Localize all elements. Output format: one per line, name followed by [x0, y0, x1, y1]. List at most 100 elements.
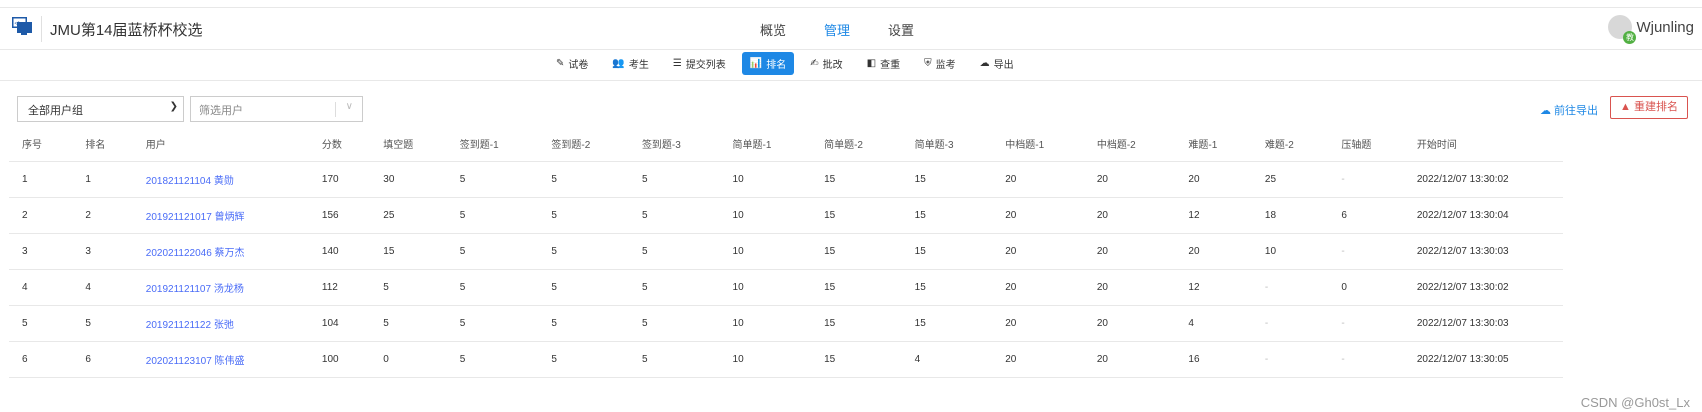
- table-row: 4 4 201921121107 汤龙杨 112 5 5 5 5 10 15 15 20 20 12-0 2…: [9, 269, 1563, 306]
- sub-nav: ✎ 试卷 👥 考生 ☰ 提交列表 📊 排名 ✍ 批改 ◧ 查重 ⛨ 监考 ☁ 导出: [0, 51, 1702, 81]
- table-cell: -: [1328, 161, 1404, 198]
- subnav-tab-6[interactable]: ⛨ 监考: [916, 52, 964, 75]
- table-cell: 5: [370, 269, 447, 306]
- subnav-icon: ☰: [672, 58, 682, 69]
- table-cell: 20: [992, 233, 1084, 270]
- code-monitor-logo-icon: </>: [12, 17, 32, 35]
- column-header[interactable]: 签到题-1: [446, 126, 539, 162]
- table-cell: 5: [538, 341, 629, 378]
- table-cell: 5: [9, 305, 73, 342]
- nav-overview[interactable]: 概览: [760, 20, 786, 39]
- user-link[interactable]: 202021123107 陈伟盛: [132, 341, 309, 378]
- subnav-tab-1[interactable]: 👥 考生: [604, 52, 656, 75]
- avatar[interactable]: 教: [1608, 15, 1637, 44]
- nav-manage[interactable]: 管理: [824, 20, 850, 39]
- user-name[interactable]: Wjunling: [1636, 19, 1694, 36]
- table-cell: 20: [992, 161, 1084, 198]
- table-cell: 1: [72, 161, 133, 198]
- table-cell: 15: [811, 305, 902, 342]
- rebuild-ranking-button[interactable]: ▲ 重建排名: [1610, 96, 1688, 119]
- column-header[interactable]: 填空题: [370, 126, 447, 162]
- table-cell: 2022/12/07 13:30:02: [1403, 161, 1563, 198]
- chevron-down-icon: ∨: [345, 101, 353, 112]
- table-cell: 4: [72, 269, 133, 306]
- table-cell: 5: [628, 233, 720, 270]
- table-row: 6 6 202021123107 陈伟盛 100 0 5 5 5 10 15 4 20 20 16- -20…: [9, 341, 1563, 378]
- subnav-label: 批改: [822, 60, 843, 71]
- table-cell: 10: [719, 269, 812, 306]
- subnav-tab-0[interactable]: ✎ 试卷: [548, 52, 596, 75]
- column-header[interactable]: 压轴题: [1328, 126, 1404, 162]
- table-cell: 156: [308, 197, 371, 234]
- subnav-tab-5[interactable]: ◧ 查重: [859, 52, 908, 75]
- table-cell: 5: [628, 197, 720, 234]
- cloud-download-icon: ☁: [1539, 105, 1551, 117]
- table-cell: 12: [1175, 197, 1252, 234]
- user-link[interactable]: 202021122046 蔡万杰: [132, 233, 309, 270]
- user-link[interactable]: 201921121017 曾炳辉: [132, 197, 309, 234]
- user-menu[interactable]: 教 Wjunling: [1608, 15, 1694, 44]
- column-header[interactable]: 中档题-2: [1083, 126, 1176, 162]
- subnav-tab-7[interactable]: ☁ 导出: [972, 52, 1022, 75]
- nav-settings[interactable]: 设置: [888, 20, 914, 39]
- subnav-label: 监考: [935, 60, 956, 71]
- table-cell: 20: [1175, 161, 1252, 198]
- table-cell: 4: [9, 269, 73, 306]
- column-header[interactable]: 分数: [308, 126, 371, 162]
- table-header-row: 序号 排名 用户 分数 填空题 签到题-1 签到题-2 签到题-3 简单题-1 简单题-2 简单题-…: [9, 126, 1563, 162]
- table-cell: -: [1251, 269, 1329, 306]
- subnav-tab-4[interactable]: ✍ 批改: [802, 52, 850, 75]
- watermark: CSDN @Gh0st_Lx: [1580, 395, 1690, 410]
- user-link[interactable]: 201921121122 张弛: [132, 305, 309, 342]
- table-row: 1 1 201821121104 黄勋 170 30 5 5 5 10 15 15 20 20 20 25-…: [9, 161, 1563, 198]
- column-header[interactable]: 简单题-1: [719, 126, 812, 162]
- table-cell: -: [1251, 341, 1329, 378]
- chevron-down-icon: ❯: [169, 101, 178, 112]
- table-cell: 20: [1083, 341, 1176, 378]
- table-cell: 18: [1251, 197, 1329, 234]
- table-cell: 20: [992, 197, 1084, 234]
- column-header[interactable]: 简单题-3: [901, 126, 993, 162]
- header-separator: [41, 16, 42, 42]
- subnav-icon: ☁: [979, 58, 990, 69]
- table-cell: 15: [901, 305, 993, 342]
- column-header[interactable]: 用户: [132, 126, 309, 162]
- user-link[interactable]: 201821121104 黄勋: [132, 161, 309, 198]
- table-cell: 2022/12/07 13:30:05: [1403, 341, 1563, 378]
- subnav-label: 导出: [993, 60, 1014, 71]
- subnav-tab-2[interactable]: ☰ 提交列表: [665, 52, 734, 75]
- column-header[interactable]: 简单题-2: [811, 126, 902, 162]
- main-nav: 概览 管理 设置: [760, 20, 914, 39]
- table-cell: -: [1251, 305, 1329, 342]
- column-header[interactable]: 排名: [72, 126, 133, 162]
- user-link[interactable]: 201921121107 汤龙杨: [132, 269, 309, 306]
- table-cell: 104: [308, 305, 371, 342]
- table-cell: 15: [811, 341, 902, 378]
- table-cell: 2022/12/07 13:30:02: [1403, 269, 1563, 306]
- user-group-select[interactable]: 全部用户组 ❯: [17, 96, 184, 122]
- table-cell: 10: [719, 233, 812, 270]
- table-cell: 20: [1083, 305, 1176, 342]
- table-row: 3 3 202021122046 蔡万杰 140 15 5 5 5 10 15 15 20 20 20 10…: [9, 233, 1563, 270]
- column-header[interactable]: 开始时间: [1403, 126, 1563, 162]
- export-link[interactable]: ☁ 前往导出: [1540, 102, 1598, 118]
- column-header[interactable]: 签到题-3: [628, 126, 720, 162]
- table-cell: 15: [901, 233, 993, 270]
- table-cell: 112: [308, 269, 371, 306]
- subnav-icon: 📊: [749, 58, 763, 69]
- rebuild-label: 重建排名: [1633, 101, 1678, 113]
- table-cell: 140: [308, 233, 371, 270]
- column-header[interactable]: 难题-2: [1251, 126, 1329, 162]
- table-cell: 6: [1328, 197, 1404, 234]
- subnav-tab-3[interactable]: 📊 排名: [741, 52, 795, 75]
- divider: [335, 102, 336, 117]
- app-header: </> JMU第14届蓝桥杯校选 概览 管理 设置 教 Wjunling: [0, 8, 1702, 50]
- table-cell: 20: [1175, 233, 1252, 270]
- column-header[interactable]: 难题-1: [1175, 126, 1252, 162]
- column-header[interactable]: 中档题-1: [992, 126, 1084, 162]
- filter-user-input[interactable]: 筛选用户 ∨: [190, 96, 363, 122]
- table-cell: -: [1328, 233, 1404, 270]
- column-header[interactable]: 签到题-2: [538, 126, 629, 162]
- column-header[interactable]: 序号: [9, 126, 73, 162]
- table-cell: 1: [9, 161, 73, 198]
